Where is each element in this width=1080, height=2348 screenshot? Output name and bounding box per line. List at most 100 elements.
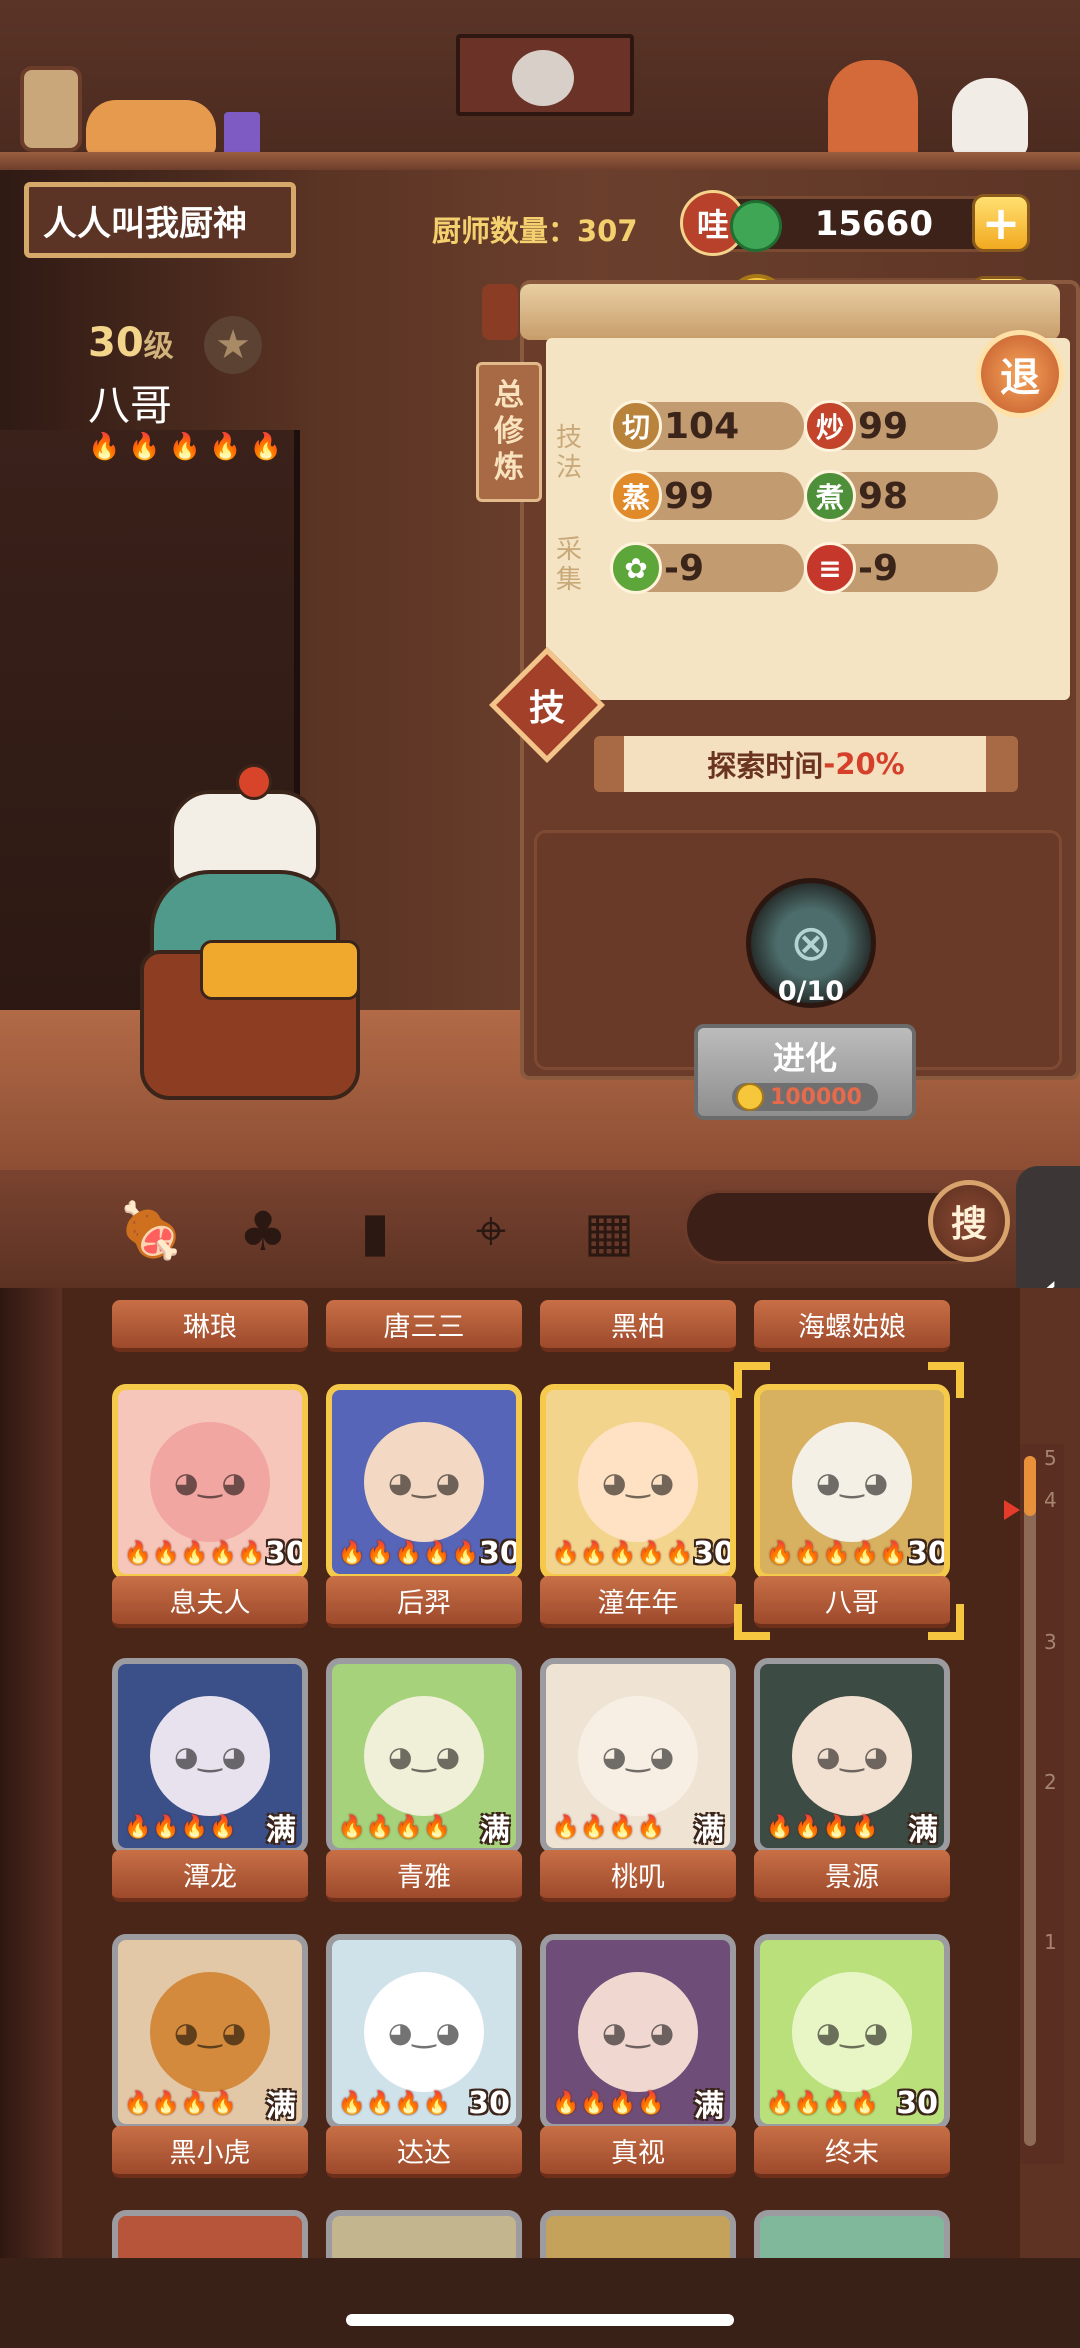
player-name-plate[interactable]: 人人叫我厨神 [24, 182, 296, 258]
card-level-badge: 30 [896, 2085, 938, 2121]
chef-name-button[interactable]: 八哥 [754, 1576, 950, 1628]
flame-icon: 🔥 [237, 1540, 266, 1566]
veg-icon: ✿ [610, 542, 662, 594]
home-indicator[interactable] [346, 2314, 734, 2326]
flame-icon: 🔥 [180, 1540, 209, 1566]
chef-card[interactable]: ◕‿◕ 🔥 🔥 🔥 🔥 满 [326, 1658, 522, 1854]
flame-icon: 🔥 [580, 1814, 608, 1840]
card-flames: 🔥 🔥 🔥 🔥 🔥 [552, 1541, 693, 1566]
chef-card[interactable]: ◕‿◕ 🔥 🔥 🔥 🔥 满 [540, 1934, 736, 2130]
card-footer: 🔥 🔥 🔥 🔥 🔥 30 [118, 1532, 302, 1574]
chef-card[interactable] [112, 2210, 308, 2258]
total-cultivation-tag[interactable]: 总 修 炼 [476, 362, 542, 502]
add-jade-button[interactable]: + [972, 194, 1030, 252]
chef-name-button[interactable]: 潼年年 [540, 1576, 736, 1628]
chef-card[interactable] [326, 2210, 522, 2258]
chef-face-icon: ◕‿◕ [364, 1972, 484, 2092]
back-button[interactable]: 退 [976, 330, 1064, 418]
jar-filter-icon[interactable]: ▮ [340, 1196, 410, 1266]
chef-name-button[interactable]: 唐三三 [326, 1300, 522, 1352]
card-level-badge: 满 [480, 1813, 510, 1848]
chef-card[interactable]: ◕‿◕ 🔥 🔥 🔥 🔥 满 [112, 1658, 308, 1854]
search-button[interactable]: 搜 [928, 1180, 1010, 1262]
evolve-button[interactable]: 进化 100000 [694, 1024, 916, 1120]
player-name: 人人叫我厨神 [43, 203, 247, 244]
mushroom-filter-icon[interactable]: ♣ [228, 1196, 298, 1266]
collect-label: 采 集 [556, 535, 583, 595]
flame-icon: 🔥 [552, 1540, 580, 1566]
flame-icon: 🔥 [152, 2090, 180, 2116]
chef-card[interactable] [540, 2210, 736, 2258]
chef-card[interactable] [754, 2210, 950, 2258]
bottom-bar [0, 2258, 1080, 2348]
flame-icon: 🔥 [366, 1540, 394, 1566]
chef-name-button[interactable]: 达达 [326, 2126, 522, 2178]
chef-card[interactable]: ◕‿◕ 🔥 🔥 🔥 🔥 满 [540, 1658, 736, 1854]
flame-icon: 🔥 [423, 2090, 451, 2116]
chef-name-button[interactable]: 海螺姑娘 [754, 1300, 950, 1352]
star-icon[interactable]: ★ [204, 316, 262, 374]
chef-name-button[interactable]: 黑小虎 [112, 2126, 308, 2178]
card-level-badge: 满 [908, 1813, 938, 1848]
chef-card[interactable]: ◕‿◕ 🔥 🔥 🔥 🔥 30 [754, 1934, 950, 2130]
flame-icon: 🔥 [766, 1540, 794, 1566]
chef-name-button[interactable]: 青雅 [326, 1850, 522, 1902]
character-sprite[interactable] [110, 760, 400, 1110]
card-flames: 🔥 🔥 🔥 🔥 [124, 2091, 237, 2116]
chef-card[interactable]: ◕‿◕ 🔥 🔥 🔥 🔥 30 [326, 1934, 522, 2130]
chef-card[interactable]: ◕‿◕ 🔥 🔥 🔥 🔥 🔥 30 [754, 1384, 950, 1580]
stat-boil-value: 98 [858, 475, 909, 517]
scale-label: 5 [1044, 1446, 1057, 1470]
stat-stirfry: 炒 99 [804, 400, 998, 452]
flame-icon: 🔥 [608, 1814, 637, 1840]
chef-name-button[interactable]: 后羿 [326, 1576, 522, 1628]
character-flames: 🔥 🔥 🔥 🔥 🔥 [88, 432, 282, 462]
shelf-plank [0, 152, 1080, 170]
flame-icon: 🔥 [637, 2090, 665, 2116]
flame-icon: 🔥 [794, 2090, 822, 2116]
flame-icon: 🔥 [366, 1814, 394, 1840]
stat-stirfry-value: 99 [858, 405, 909, 447]
chef-figure-icon [828, 60, 918, 158]
chef-name-button[interactable]: 桃叽 [540, 1850, 736, 1902]
chef-card[interactable]: ◕‿◕ 🔥 🔥 🔥 🔥 🔥 30 [540, 1384, 736, 1580]
flame-icon: 🔥 [366, 2090, 394, 2116]
chef-name-button[interactable]: 终末 [754, 2126, 950, 2178]
chef-name-button[interactable]: 息夫人 [112, 1576, 308, 1628]
chef-name-button[interactable]: 琳琅 [112, 1300, 308, 1352]
chef-card[interactable]: ◕‿◕ 🔥 🔥 🔥 🔥 🔥 30 [112, 1384, 308, 1580]
flame-icon: 🔥 [665, 1540, 694, 1566]
chef-face-icon: ◕‿◕ [578, 1422, 698, 1542]
white-cat-icon [952, 78, 1028, 158]
skill-button-label[interactable]: 技 [506, 664, 588, 746]
coin-icon [736, 1083, 765, 1111]
chef-card[interactable]: ◕‿◕ 🔥 🔥 🔥 🔥 满 [754, 1658, 950, 1854]
chef-name-button[interactable]: 真视 [540, 2126, 736, 2178]
chef-card[interactable]: ◕‿◕ 🔥 🔥 🔥 🔥 满 [112, 1934, 308, 2130]
chef-name-button[interactable]: 景源 [754, 1850, 950, 1902]
stat-veg-value: -9 [664, 547, 704, 589]
card-footer: 🔥 🔥 🔥 🔥 满 [118, 2082, 302, 2124]
flame-icon: 🔥 [394, 2090, 423, 2116]
flame-icon: 🔥 [338, 2090, 366, 2116]
flame-icon: 🔥 [124, 1540, 152, 1566]
chef-face-icon: ◕‿◕ [578, 1696, 698, 1816]
chef-card[interactable]: ◕‿◕ 🔥 🔥 🔥 🔥 🔥 30 [326, 1384, 522, 1580]
location-filter-icon[interactable]: ⌖ [456, 1196, 526, 1266]
flame-icon: 🔥 [851, 2090, 879, 2116]
chef-face-icon: ◕‿◕ [150, 1972, 270, 2092]
meat-filter-icon[interactable]: 🍖 [116, 1196, 186, 1266]
scroll-thumb[interactable] [1024, 1456, 1036, 1516]
map-filter-icon[interactable]: ▦ [574, 1196, 644, 1266]
scroll-track[interactable] [1024, 1456, 1036, 2146]
chef-name-button[interactable]: 潭龙 [112, 1850, 308, 1902]
stat-meat: ≡ -9 [804, 542, 998, 594]
card-level-badge: 30 [693, 1535, 735, 1571]
pot-knob-icon [236, 764, 272, 800]
card-flames: 🔥 🔥 🔥 🔥 [552, 1815, 665, 1840]
jade-coin-icon [730, 200, 782, 252]
chef-name-button[interactable]: 黑柏 [540, 1300, 736, 1352]
flame-icon: 🔥 [152, 1814, 180, 1840]
scale-label: 1 [1044, 1930, 1057, 1954]
scale-label: 2 [1044, 1770, 1057, 1794]
